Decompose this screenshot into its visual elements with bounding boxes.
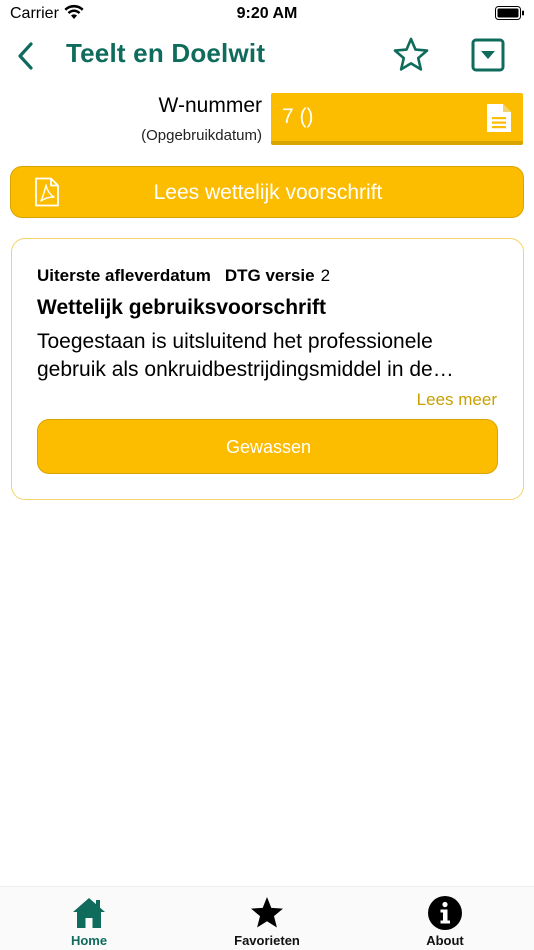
card-body: Toegestaan is uitsluitend het profession…: [37, 330, 454, 381]
w-nummer-label: W-nummer: [158, 94, 262, 117]
tab-home[interactable]: Home: [0, 887, 178, 950]
w-nummer-value: 7 (): [282, 105, 314, 128]
crops-button[interactable]: Gewassen: [37, 419, 498, 474]
dropdown-square-icon[interactable]: [471, 38, 505, 72]
w-nummer-field[interactable]: 7 (): [271, 93, 523, 145]
tab-favorieten[interactable]: Favorieten: [178, 887, 356, 950]
navigation-bar: Teelt en Doelwit: [0, 30, 534, 82]
regulation-card: Uiterste afleverdatum DTG versie 2 Wetteli…: [11, 238, 524, 500]
tab-favorieten-label: Favorieten: [234, 933, 300, 948]
tab-home-label: Home: [70, 933, 108, 948]
read-legal-regulation-label: Lees wettelijk voorschrift: [153, 181, 383, 204]
status-time: 9:20 AM: [236, 5, 298, 22]
tab-bar: Home Favorieten About: [0, 886, 534, 950]
tab-about-label: About: [426, 933, 464, 948]
home-icon: [73, 898, 105, 928]
opgebruikdatum-label: (Opgebruikdatum): [141, 127, 262, 144]
card-title: Wettelijk gebruiksvoorschrift: [37, 296, 327, 319]
card-meta: Uiterste afleverdatum DTG versie 2: [37, 266, 330, 286]
dtg-version-value: 2: [320, 266, 331, 285]
dtg-version-label: DTG versie: [224, 266, 315, 285]
battery-icon: [495, 6, 524, 20]
tab-about[interactable]: About: [356, 887, 534, 950]
star-icon: [251, 897, 283, 928]
delivery-date-label: Uiterste afleverdatum: [37, 266, 211, 285]
info-icon: [428, 896, 462, 930]
status-bar: Carrier 9:20 AM: [0, 0, 534, 30]
favorite-star-icon[interactable]: [392, 36, 430, 74]
document-icon: [487, 104, 511, 132]
back-chevron-icon[interactable]: [14, 40, 38, 72]
crops-button-label: Gewassen: [225, 437, 312, 457]
page-title: Teelt en Doelwit: [66, 38, 266, 68]
read-more-link[interactable]: Lees meer: [417, 390, 497, 410]
read-legal-regulation-button[interactable]: Lees wettelijk voorschrift: [10, 166, 524, 218]
